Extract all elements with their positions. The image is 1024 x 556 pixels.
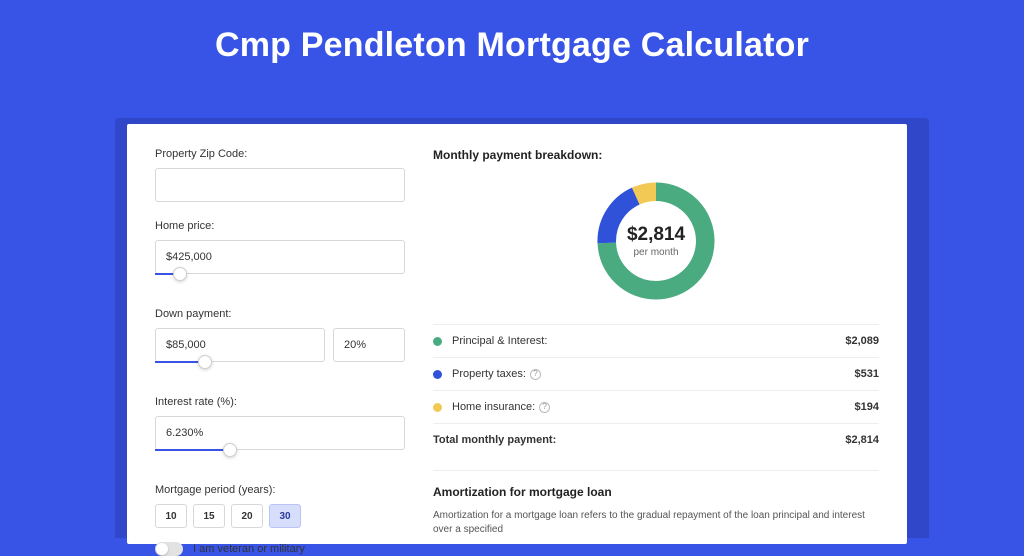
down-payment-pct-input[interactable] [333, 328, 405, 362]
legend-row: Home insurance:?$194 [433, 390, 879, 423]
slider-thumb[interactable] [198, 355, 212, 369]
total-label: Total monthly payment: [433, 434, 845, 446]
slider-thumb[interactable] [173, 267, 187, 281]
amortization-text: Amortization for a mortgage loan refers … [433, 509, 879, 537]
home-price-group: Home price: [155, 220, 405, 290]
period-options: 10152030 [155, 504, 405, 528]
interest-rate-slider[interactable] [155, 448, 405, 466]
donut-chart: $2,814 per month [591, 176, 721, 306]
legend-row: Principal & Interest:$2,089 [433, 324, 879, 357]
legend-value: $194 [855, 401, 879, 413]
interest-rate-label: Interest rate (%): [155, 396, 405, 408]
period-option-30[interactable]: 30 [269, 504, 301, 528]
calculator-card: Property Zip Code: Home price: Down paym… [127, 124, 907, 544]
info-icon[interactable]: ? [530, 369, 541, 380]
total-value: $2,814 [845, 434, 879, 446]
amortization-title: Amortization for mortgage loan [433, 485, 879, 499]
donut-wrap: $2,814 per month [433, 176, 879, 306]
down-payment-group: Down payment: [155, 308, 405, 378]
mortgage-period-group: Mortgage period (years): 10152030 [155, 484, 405, 528]
slider-fill [155, 449, 230, 451]
period-option-10[interactable]: 10 [155, 504, 187, 528]
mortgage-period-label: Mortgage period (years): [155, 484, 405, 496]
slider-thumb[interactable] [223, 443, 237, 457]
veteran-label: I am veteran or military [193, 543, 305, 555]
donut-amount: $2,814 [627, 224, 685, 246]
zip-label: Property Zip Code: [155, 148, 405, 160]
legend-row: Property taxes:?$531 [433, 357, 879, 390]
home-price-input[interactable] [155, 240, 405, 274]
zip-field-group: Property Zip Code: [155, 148, 405, 202]
legend-label: Home insurance:? [452, 401, 855, 413]
down-payment-slider[interactable] [155, 360, 405, 378]
veteran-toggle-row: I am veteran or military [155, 542, 405, 556]
page-title: Cmp Pendleton Mortgage Calculator [0, 0, 1024, 85]
home-price-label: Home price: [155, 220, 405, 232]
down-payment-label: Down payment: [155, 308, 405, 320]
legend-label: Principal & Interest: [452, 335, 845, 347]
home-price-slider[interactable] [155, 272, 405, 290]
legend-dot-icon [433, 403, 442, 412]
legend: Principal & Interest:$2,089Property taxe… [433, 324, 879, 423]
info-icon[interactable]: ? [539, 402, 550, 413]
breakdown-column: Monthly payment breakdown: $2,814 per mo… [433, 148, 879, 556]
legend-total-row: Total monthly payment: $2,814 [433, 423, 879, 456]
period-option-20[interactable]: 20 [231, 504, 263, 528]
legend-value: $2,089 [845, 335, 879, 347]
toggle-knob [156, 543, 168, 555]
interest-rate-group: Interest rate (%): [155, 396, 405, 466]
legend-dot-icon [433, 370, 442, 379]
legend-dot-icon [433, 337, 442, 346]
legend-label: Property taxes:? [452, 368, 855, 380]
period-option-15[interactable]: 15 [193, 504, 225, 528]
interest-rate-input[interactable] [155, 416, 405, 450]
form-column: Property Zip Code: Home price: Down paym… [155, 148, 405, 556]
donut-sub: per month [633, 247, 678, 258]
breakdown-heading: Monthly payment breakdown: [433, 148, 879, 162]
legend-value: $531 [855, 368, 879, 380]
down-payment-input[interactable] [155, 328, 325, 362]
veteran-toggle[interactable] [155, 542, 183, 556]
zip-input[interactable] [155, 168, 405, 202]
donut-center: $2,814 per month [591, 176, 721, 306]
amortization-block: Amortization for mortgage loan Amortizat… [433, 470, 879, 537]
